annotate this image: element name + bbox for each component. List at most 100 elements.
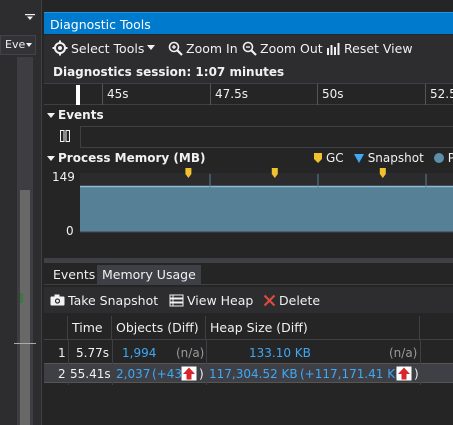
reset-view-button[interactable]: Reset View: [326, 39, 413, 57]
events-section-header[interactable]: Events: [44, 107, 453, 125]
pause-icon[interactable]: [60, 130, 70, 142]
window-title-bar[interactable]: Diagnostic Tools: [44, 12, 453, 34]
column-separator: [206, 340, 207, 385]
zoom-out-label: Zoom Out: [260, 40, 323, 56]
heap-diff-link[interactable]: (+117,171.41 KB: [300, 367, 403, 381]
column-header-extra[interactable]: [420, 316, 453, 340]
session-bar: Diagnostics session: 1:07 minutes: [44, 61, 453, 83]
gc-marker-icon: [314, 153, 322, 163]
memory-chart-plot[interactable]: [80, 168, 453, 240]
events-section-title[interactable]: Events: [47, 108, 104, 122]
increase-arrow-icon: [181, 366, 197, 381]
y-axis-max-label: 149: [52, 170, 75, 184]
row-id: 2: [58, 367, 66, 381]
row-id: 1: [58, 346, 66, 360]
snapshot-marker-icon: [353, 153, 364, 163]
ruler-tick-label: 52.5: [430, 87, 453, 101]
heap-size-link[interactable]: 117,304.52 KB: [209, 367, 298, 381]
legend-private-bytes: Pr: [433, 151, 453, 165]
timeline-ruler[interactable]: 45s 47.5s 50s 52.5: [44, 83, 453, 105]
memory-usage-toolbar: Take Snapshot View Heap Delete: [44, 287, 453, 313]
tab-memory-usage[interactable]: Memory Usage: [97, 265, 201, 285]
camera-icon: [50, 294, 65, 306]
ruler-tick: [425, 84, 426, 105]
table-row-selected[interactable]: 2 55.41s 2,037 (+43 ) 117,304.52 KB (+11…: [44, 363, 453, 383]
y-axis-min-label: 0: [66, 224, 74, 238]
column-header-heap-size[interactable]: Heap Size (Diff): [206, 316, 420, 340]
row-time: 55.41s: [70, 367, 111, 381]
session-duration: Diagnostics session: 1:07 minutes: [53, 65, 285, 79]
zoom-in-button[interactable]: Zoom In: [168, 39, 238, 57]
legend-snapshot: Snapshot: [353, 151, 424, 165]
memory-chart[interactable]: 149 0: [44, 168, 453, 240]
column-separator: [420, 340, 421, 385]
ruler-tick-label: 47.5s: [215, 87, 248, 101]
chart-legend: GC Snapshot Pr: [314, 151, 453, 165]
take-snapshot-button[interactable]: Take Snapshot: [50, 291, 158, 309]
collapse-icon[interactable]: [47, 155, 55, 161]
gear-icon: [52, 40, 68, 56]
legend-gc-label: GC: [326, 151, 344, 165]
left-scrollbar-thumb[interactable]: [20, 190, 30, 425]
diagnostic-toolbar: Select Tools Zoom In Zoom Out Reset View: [44, 35, 453, 61]
collapse-icon[interactable]: [47, 112, 55, 118]
ruler-tick: [210, 84, 211, 105]
reset-view-label: Reset View: [344, 40, 413, 56]
zoom-out-button[interactable]: Zoom Out: [242, 39, 323, 57]
window-title: Diagnostic Tools: [50, 17, 151, 32]
heap-icon: [169, 294, 184, 306]
timeline-cursor[interactable]: [76, 85, 80, 105]
memory-section-title[interactable]: Process Memory (MB): [47, 151, 205, 165]
column-header-time[interactable]: Time: [68, 316, 112, 340]
events-lane: [44, 126, 453, 148]
chevron-down-icon[interactable]: [26, 43, 32, 47]
zoom-in-label: Zoom In: [186, 40, 238, 56]
events-track[interactable]: [80, 126, 453, 148]
view-heap-label: View Heap: [187, 292, 254, 308]
heap-diff-close: ): [414, 367, 419, 381]
row-time: 5.77s: [76, 346, 109, 360]
column-header-id[interactable]: [44, 316, 68, 340]
column-separator: [112, 340, 113, 385]
column-header-objects[interactable]: Objects (Diff): [112, 316, 206, 340]
table-row[interactable]: 1 5.77s 1,994 (n/a) 133.10 KB (n/a): [44, 343, 453, 363]
legend-snapshot-label: Snapshot: [367, 151, 424, 165]
dropdown-menu-icon[interactable]: [25, 14, 35, 20]
delete-x-icon: [263, 294, 276, 306]
memory-title-text: Process Memory (MB): [58, 151, 206, 165]
select-tools-button[interactable]: Select Tools: [52, 39, 156, 57]
ruler-tick: [317, 84, 318, 105]
reset-view-icon: [327, 42, 340, 55]
private-bytes-dot-icon: [433, 153, 444, 163]
events-title-text: Events: [58, 108, 104, 122]
legend-private-bytes-label: Pr: [447, 151, 453, 165]
delete-label: Delete: [279, 292, 321, 308]
column-separator: [68, 340, 69, 385]
tab-events[interactable]: Events: [48, 265, 100, 285]
legend-gc: GC: [314, 151, 344, 165]
take-snapshot-label: Take Snapshot: [68, 292, 159, 308]
delete-button[interactable]: Delete: [263, 291, 320, 309]
objects-diff-link[interactable]: (+43: [152, 367, 182, 381]
snapshots-table: Time Objects (Diff) Heap Size (Diff) 1 5…: [44, 316, 453, 425]
objects-diff: (n/a): [176, 346, 205, 360]
zoom-out-icon: [242, 41, 257, 56]
select-tools-label: Select Tools: [71, 40, 145, 56]
objects-count-link[interactable]: 1,994: [122, 346, 156, 360]
objects-diff-close: ): [199, 367, 204, 381]
view-heap-button[interactable]: View Heap: [169, 291, 253, 309]
heap-diff: (n/a): [389, 346, 418, 360]
zoom-in-icon: [168, 41, 183, 56]
ruler-tick-label: 45s: [107, 87, 129, 101]
objects-count-link[interactable]: 2,037: [116, 367, 150, 381]
details-tab-strip: Events Memory Usage: [44, 263, 453, 285]
ruler-tick: [102, 84, 103, 105]
memory-section-header[interactable]: Process Memory (MB) GC Snapshot Pr: [44, 150, 453, 168]
scroll-marker: [14, 343, 36, 344]
chevron-down-icon: [147, 45, 156, 50]
heap-size-link[interactable]: 133.10 KB: [249, 346, 311, 360]
increase-arrow-icon: [396, 366, 412, 381]
ruler-tick-label: 50s: [322, 87, 344, 101]
scroll-marker: [20, 293, 23, 303]
memory-area-series: [80, 186, 453, 232]
